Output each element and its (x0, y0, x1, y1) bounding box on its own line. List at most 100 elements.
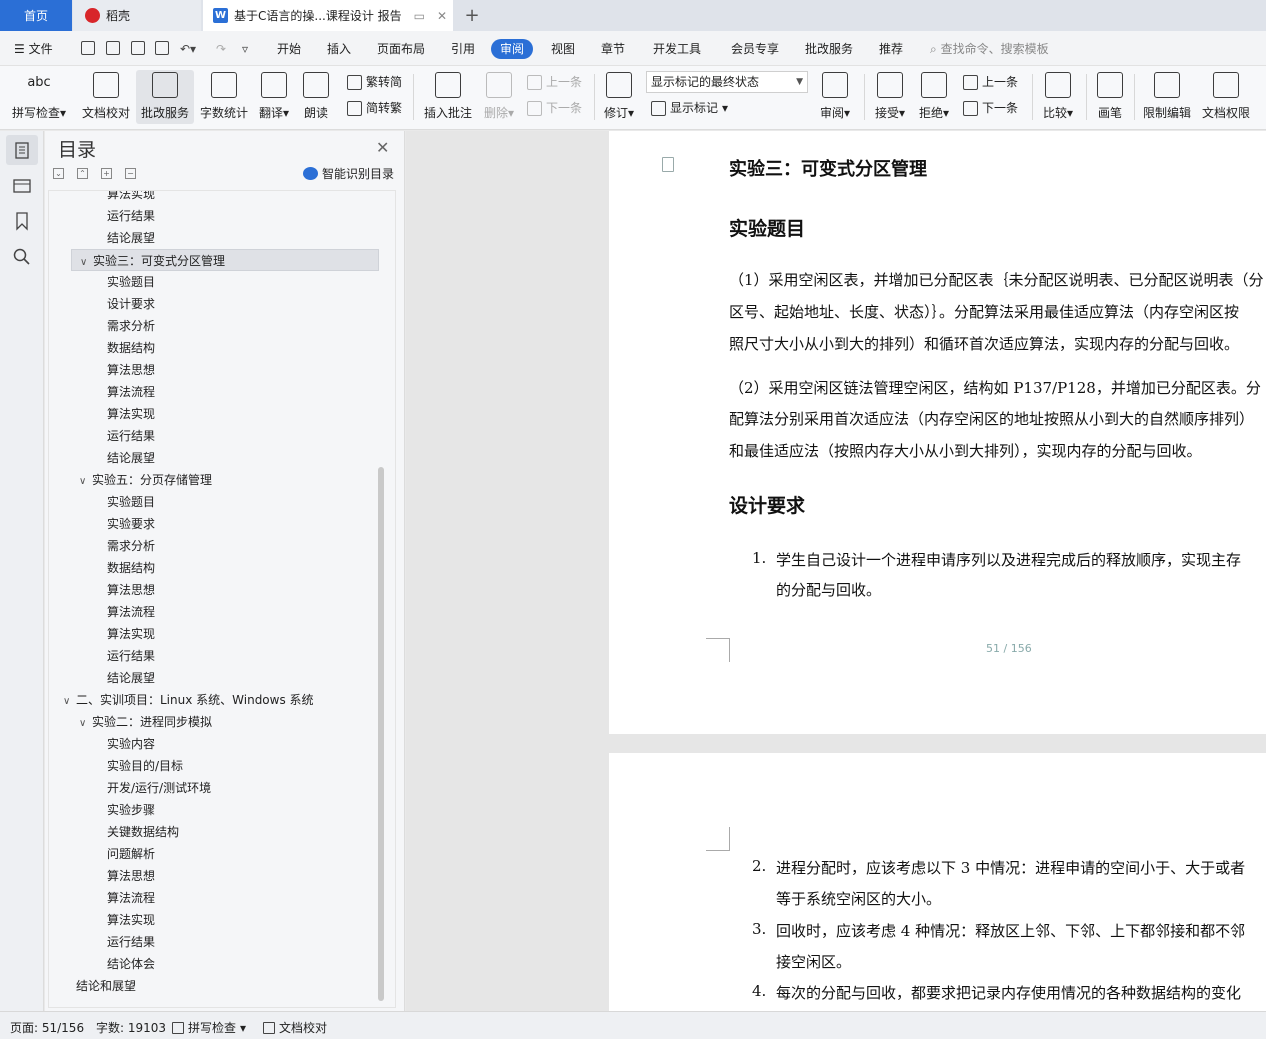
menu-start[interactable]: 开始 (277, 39, 301, 59)
collapse-all-icon[interactable]: ⌄ (53, 168, 64, 179)
toc-item[interactable]: 算法思想 (107, 359, 155, 381)
toc-item[interactable]: 算法实现 (107, 909, 155, 931)
chapter-nav-icon[interactable] (12, 175, 32, 195)
simp-to-trad-button[interactable]: 简转繁 (347, 98, 402, 118)
spellcheck-status[interactable]: 拼写检查 ▾ (172, 1019, 246, 1036)
toc-item[interactable]: 数据结构 (107, 337, 155, 359)
reject-button[interactable]: 拒绝▾ (914, 70, 954, 124)
toc-item[interactable]: ∨ 实验二：进程同步模拟 (79, 711, 212, 733)
save-icon[interactable] (81, 41, 95, 55)
menu-review[interactable]: 审阅 (491, 39, 534, 59)
toc-item[interactable]: 关键数据结构 (107, 821, 179, 843)
restrict-edit-button[interactable]: 限制编辑 (1139, 70, 1195, 124)
review-button[interactable]: 审阅▾ (815, 70, 855, 124)
undo-icon[interactable]: ↶▾ (180, 39, 196, 59)
new-tab-button[interactable]: + (458, 0, 486, 31)
menu-view[interactable]: 视图 (551, 39, 575, 59)
toc-item[interactable]: 结论和展望 (63, 975, 136, 997)
expand-up-icon[interactable]: ⌃ (77, 168, 88, 179)
menu-references[interactable]: 引用 (451, 39, 475, 59)
accept-button[interactable]: 接受▾ (870, 70, 910, 124)
toc-item[interactable]: 算法实现 (107, 623, 155, 645)
print-icon[interactable] (131, 41, 145, 55)
toc-item[interactable]: 结论展望 (107, 227, 155, 249)
toc-item[interactable]: 结论体会 (107, 953, 155, 975)
word-count-button[interactable]: 字数统计 (197, 70, 251, 124)
toc-panel-icon[interactable] (6, 135, 38, 165)
prev-change-button[interactable]: 上一条 (963, 72, 1018, 92)
toc-item[interactable]: 算法实现 (107, 403, 155, 425)
close-icon[interactable]: ✕ (376, 138, 389, 157)
remove-heading-icon[interactable]: − (125, 168, 136, 179)
toc-item[interactable]: 实验步骤 (107, 799, 155, 821)
toc-item[interactable]: 实验目的/目标 (107, 755, 183, 777)
toc-item[interactable]: 算法实现 (107, 191, 155, 205)
document-page[interactable]: 实验三：可变式分区管理 实验题目 （1）采用空闲区表，并增加已分配区表｛未分配区… (609, 131, 1266, 734)
toc-item[interactable]: 实验要求 (107, 513, 155, 535)
markup-state-select[interactable]: 显示标记的最终状态 ▼ (646, 71, 808, 93)
insert-comment-button[interactable]: 插入批注 (420, 70, 476, 124)
toc-item[interactable]: 数据结构 (107, 557, 155, 579)
redo-icon[interactable]: ↷ (216, 39, 226, 59)
toc-scrollbar[interactable] (378, 467, 384, 1001)
toc-item[interactable]: 实验题目 (107, 491, 155, 513)
trad-to-simp-button[interactable]: 繁转简 (347, 72, 402, 92)
menu-member[interactable]: 会员专享 (731, 39, 779, 59)
read-aloud-button[interactable]: 朗读 (299, 70, 333, 124)
search-icon[interactable] (12, 247, 32, 267)
pin-icon[interactable]: ▭ (414, 9, 425, 23)
menu-page-layout[interactable]: 页面布局 (377, 39, 425, 59)
toc-item[interactable]: 算法流程 (107, 381, 155, 403)
menu-insert[interactable]: 插入 (327, 39, 351, 59)
toc-item[interactable]: 算法思想 (107, 579, 155, 601)
tab-home[interactable]: 首页 (0, 0, 72, 31)
show-markup-button[interactable]: 显示标记 ▾ (651, 98, 728, 118)
tab-daoke[interactable]: 稻壳 (73, 0, 201, 31)
bookmark-icon[interactable] (12, 211, 32, 231)
doc-proof-button[interactable]: 文档校对 (78, 70, 134, 124)
chevron-down-icon[interactable]: ∨ (80, 252, 93, 274)
chevron-down-icon[interactable]: ∨ (79, 713, 92, 735)
toc-item[interactable]: 运行结果 (107, 645, 155, 667)
delete-comment-button[interactable]: 删除▾ (480, 70, 518, 124)
spellcheck-button[interactable]: abc 拼写检查▾ (8, 70, 70, 124)
menu-correction[interactable]: 批改服务 (805, 39, 853, 59)
chevron-down-icon[interactable]: ∨ (79, 471, 92, 493)
toc-item[interactable]: 实验题目 (107, 271, 155, 293)
tab-document[interactable]: W 基于C语言的操...课程设计 报告 ▭ ✕ (203, 0, 453, 31)
page-indicator[interactable]: 页面: 51/156 (10, 1019, 84, 1036)
word-count-indicator[interactable]: 字数: 19103 (96, 1019, 166, 1036)
menu-recommend[interactable]: 推荐 (879, 39, 903, 59)
toc-item[interactable]: ∨ 实验五：分页存储管理 (79, 469, 212, 491)
next-comment-button[interactable]: 下一条 (527, 98, 582, 118)
toc-item[interactable]: 算法流程 (107, 887, 155, 909)
toc-item[interactable]: 开发/运行/测试环境 (107, 777, 211, 799)
print-preview-icon[interactable] (155, 41, 169, 55)
chevron-down-icon[interactable]: ∨ (63, 691, 76, 713)
add-heading-icon[interactable]: + (101, 168, 112, 179)
toc-item[interactable]: 实验内容 (107, 733, 155, 755)
doc-permission-button[interactable]: 文档权限 (1198, 70, 1254, 124)
document-page[interactable]: 2. 进程分配时，应该考虑以下 3 中情况：进程申请的空间小于、大于或者 等于系… (609, 753, 1266, 1011)
menu-chapter[interactable]: 章节 (601, 39, 625, 59)
track-changes-button[interactable]: 修订▾ (600, 70, 638, 124)
toc-item[interactable]: 需求分析 (107, 315, 155, 337)
document-note-icon[interactable] (662, 157, 674, 172)
prev-comment-button[interactable]: 上一条 (527, 72, 582, 92)
toc-item[interactable]: 运行结果 (107, 425, 155, 447)
toc-item[interactable]: 需求分析 (107, 535, 155, 557)
toc-item[interactable]: 结论展望 (107, 447, 155, 469)
pen-button[interactable]: 画笔 (1092, 70, 1128, 124)
translate-button[interactable]: 翻译▾ (255, 70, 293, 124)
close-tab-icon[interactable]: ✕ (437, 9, 447, 23)
smart-toc-button[interactable]: 智能识别目录 (303, 165, 394, 182)
doc-proof-status[interactable]: 文档校对 (263, 1019, 327, 1036)
toc-item[interactable]: ∨ 实验三：可变式分区管理 (71, 249, 379, 271)
correction-service-button[interactable]: 批改服务 (136, 70, 194, 124)
toc-item[interactable]: 运行结果 (107, 205, 155, 227)
file-menu[interactable]: ☰ 文件 (14, 39, 53, 59)
customize-quick-access-icon[interactable]: ▿ (242, 39, 248, 59)
toc-item[interactable]: 运行结果 (107, 931, 155, 953)
menu-developer[interactable]: 开发工具 (653, 39, 701, 59)
next-change-button[interactable]: 下一条 (963, 98, 1018, 118)
